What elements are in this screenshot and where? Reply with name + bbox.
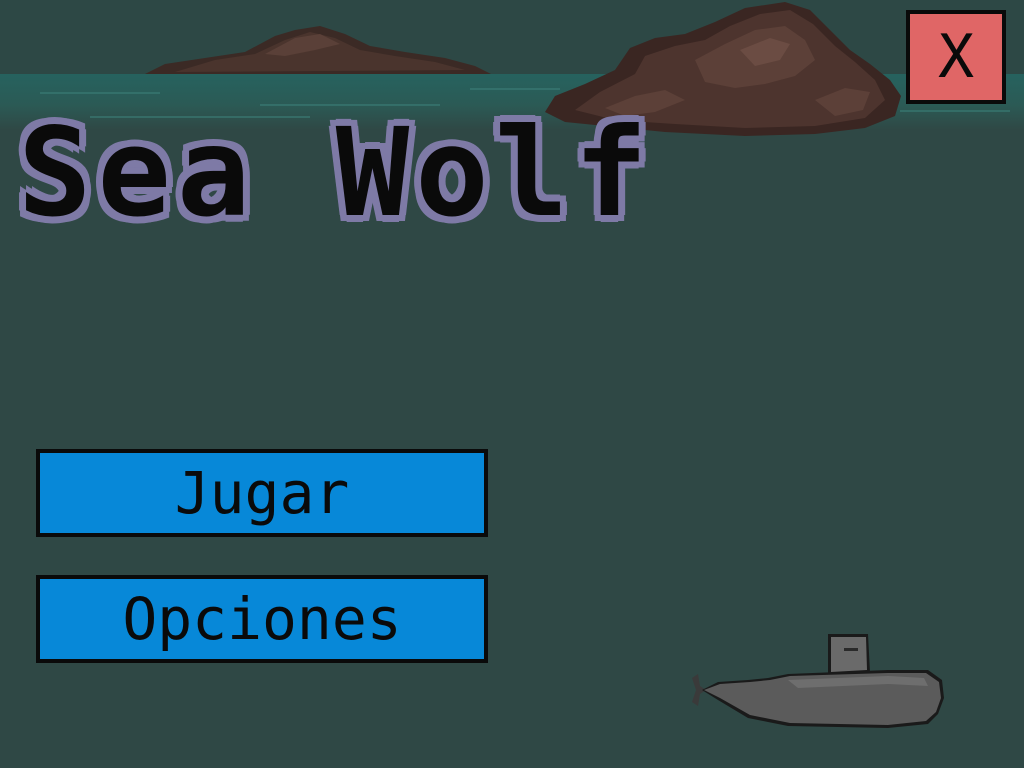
wave-line [900,110,1010,112]
wave-line [40,92,160,94]
close-button[interactable]: X [906,10,1006,104]
options-button[interactable]: Opciones [36,575,488,663]
game-title: Sea Wolf [18,102,654,244]
submarine-icon [692,634,944,728]
close-icon: X [937,22,975,92]
game-scene: Sea Wolf X Jugar Opciones [0,0,1024,768]
play-button-label: Jugar [174,459,350,527]
island-icon [145,26,491,74]
play-button[interactable]: Jugar [36,449,488,537]
options-button-label: Opciones [122,585,402,653]
